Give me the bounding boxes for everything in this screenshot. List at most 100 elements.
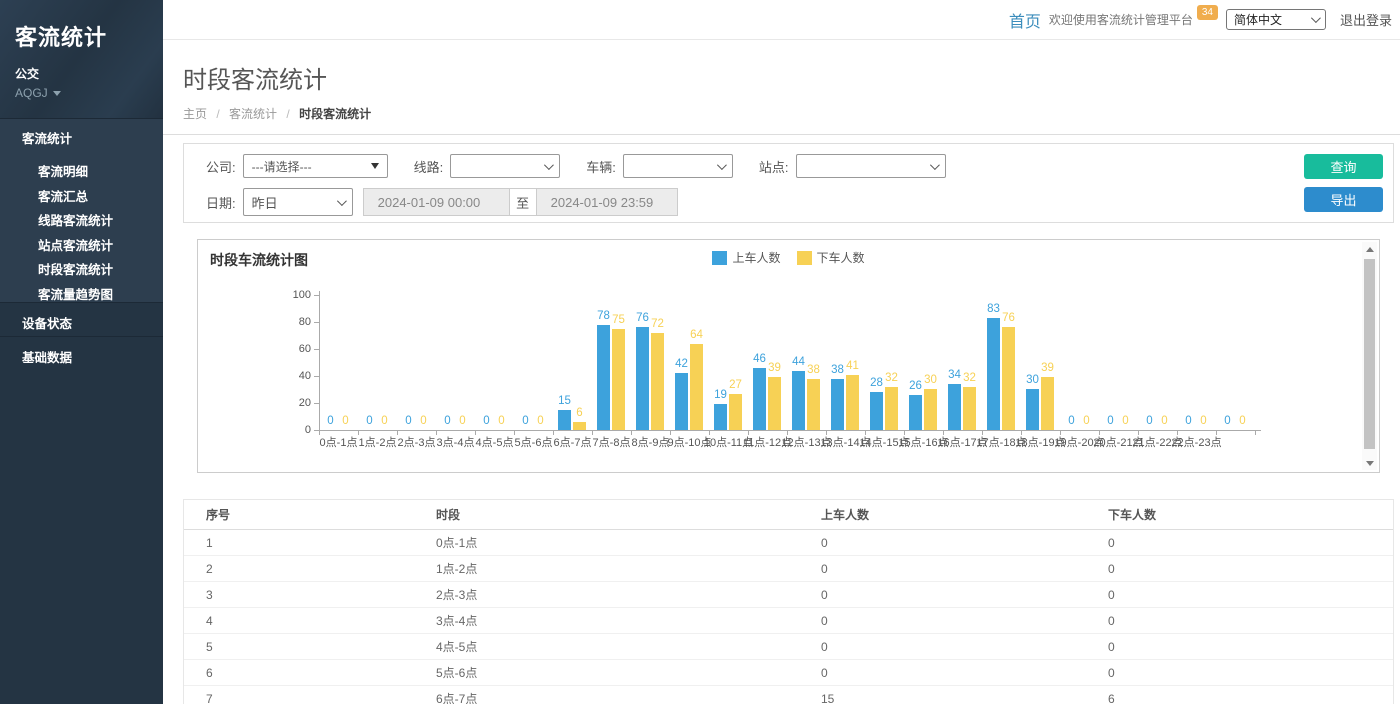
table-cell: 0	[1108, 614, 1393, 628]
date-preset-select[interactable]: 昨日	[243, 188, 353, 216]
chart-vertical-scrollbar[interactable]	[1362, 242, 1377, 470]
sidebar-item-passenger-summary[interactable]: 客流汇总	[0, 180, 163, 205]
bar-alighting	[807, 379, 820, 430]
x-axis-label: 2点-3点	[398, 434, 436, 450]
bar-boarding	[597, 325, 610, 430]
bar-boarding	[753, 368, 766, 430]
bar-alighting	[768, 377, 781, 430]
y-axis-label: 0	[271, 424, 311, 436]
scrollbar-up-arrow[interactable]	[1362, 242, 1377, 256]
org-code-dropdown[interactable]: AQGJ	[15, 86, 163, 100]
station-select[interactable]	[796, 154, 946, 178]
x-axis-label: 3点-4点	[437, 434, 475, 450]
legend-swatch-yellow	[797, 251, 812, 265]
sidebar-item-line-stats[interactable]: 线路客流统计	[0, 204, 163, 229]
bar-boarding	[636, 327, 649, 430]
logout-link[interactable]: 退出登录	[1340, 10, 1392, 29]
table-cell: 0	[1108, 536, 1393, 550]
table-cell: 15	[821, 692, 1108, 704]
table-row: 10点-1点00	[184, 530, 1393, 556]
sidebar-item-passenger-detail[interactable]: 客流明细	[0, 155, 163, 180]
export-button[interactable]: 导出	[1304, 187, 1383, 212]
bar-value-label: 46	[753, 353, 766, 365]
x-axis-label: 8点-9点	[632, 434, 670, 450]
table-cell: 6	[206, 666, 436, 680]
table-cell: 0	[821, 614, 1108, 628]
breadcrumb: 主页 / 客流统计 / 时段客流统计	[183, 105, 1400, 122]
company-select[interactable]: ---请选择---	[243, 154, 388, 178]
legend-item-boarding: 上车人数	[712, 249, 780, 266]
scrollbar-down-arrow[interactable]	[1362, 456, 1377, 470]
table-cell: 0	[1108, 588, 1393, 602]
bar-value-label: 0	[537, 415, 543, 427]
line-label: 线路:	[414, 157, 444, 176]
sidebar-logo-area: 客流统计 公交 AQGJ	[0, 0, 163, 118]
vehicle-select[interactable]	[623, 154, 733, 178]
table-header-cell: 下车人数	[1108, 506, 1393, 523]
language-select[interactable]: 简体中文	[1226, 9, 1326, 30]
table-cell: 0	[1108, 666, 1393, 680]
table-cell: 4点-5点	[436, 638, 821, 655]
sidebar-item-device-status[interactable]: 设备状态	[0, 302, 163, 336]
legend-label: 下车人数	[817, 249, 865, 266]
page-title: 时段客流统计	[183, 60, 1400, 95]
vehicle-label: 车辆:	[586, 157, 616, 176]
bar-value-label: 0	[1083, 415, 1089, 427]
table-header-cell: 上车人数	[821, 506, 1108, 523]
bar-value-label: 30	[1026, 374, 1039, 386]
bar-value-label: 28	[870, 377, 883, 389]
date-range-separator: 至	[509, 189, 537, 215]
table-cell: 0	[821, 640, 1108, 654]
bar-value-label: 0	[381, 415, 387, 427]
scrollbar-thumb[interactable]	[1364, 259, 1375, 449]
sidebar-item-trend-chart[interactable]: 客流量趋势图	[0, 278, 163, 303]
x-axis-line	[319, 430, 1261, 431]
bar-alighting	[1041, 377, 1054, 430]
bar-value-label: 0	[1200, 415, 1206, 427]
bar-value-label: 0	[444, 415, 450, 427]
home-link[interactable]: 首页	[1009, 8, 1041, 32]
bar-value-label: 27	[729, 379, 742, 391]
bar-alighting	[885, 387, 898, 430]
welcome-text: 欢迎使用客流统计管理平台	[1049, 11, 1193, 28]
bar-boarding	[675, 373, 688, 430]
query-button[interactable]: 查询	[1304, 154, 1383, 179]
bar-value-label: 0	[366, 415, 372, 427]
station-label: 站点:	[759, 157, 789, 176]
bar-value-label: 0	[498, 415, 504, 427]
sidebar-item-period-stats[interactable]: 时段客流统计	[0, 253, 163, 278]
bar-value-label: 0	[522, 415, 528, 427]
bar-value-label: 0	[1239, 415, 1245, 427]
language-select-value: 简体中文	[1234, 11, 1282, 28]
x-axis-tick	[1255, 430, 1256, 435]
app-title: 客流统计	[15, 20, 163, 52]
breadcrumb-separator: /	[216, 107, 219, 121]
topbar: 首页 欢迎使用客流统计管理平台 34 简体中文 退出登录	[163, 0, 1400, 40]
date-to-input[interactable]: 2024-01-09 23:59	[537, 189, 677, 215]
date-from-input[interactable]: 2024-01-09 00:00	[364, 189, 509, 215]
chevron-down-icon	[337, 196, 347, 206]
breadcrumb-section[interactable]: 客流统计	[229, 107, 277, 121]
table-cell: 0点-1点	[436, 534, 821, 551]
bar-boarding	[831, 379, 844, 430]
sidebar-item-base-data[interactable]: 基础数据	[0, 336, 163, 370]
table-cell: 5点-6点	[436, 664, 821, 681]
bar-alighting	[729, 394, 742, 430]
bar-value-label: 76	[1002, 312, 1015, 324]
table-cell: 0	[1108, 562, 1393, 576]
bar-value-label: 72	[651, 318, 664, 330]
bar-value-label: 0	[1107, 415, 1113, 427]
x-axis-label: 22点-23点	[1171, 434, 1221, 450]
breadcrumb-home[interactable]: 主页	[183, 107, 207, 121]
page-head: 时段客流统计 主页 / 客流统计 / 时段客流统计	[163, 40, 1400, 122]
date-label: 日期:	[206, 193, 236, 212]
table-cell: 2点-3点	[436, 586, 821, 603]
sidebar-item-passenger-stats[interactable]: 客流统计	[0, 118, 163, 155]
line-select[interactable]	[450, 154, 560, 178]
bar-value-label: 38	[807, 364, 820, 376]
chart-legend: 上车人数 下车人数	[198, 249, 1379, 266]
sidebar-item-station-stats[interactable]: 站点客流统计	[0, 229, 163, 254]
table-cell: 3点-4点	[436, 612, 821, 629]
bar-alighting	[612, 329, 625, 430]
bar-value-label: 83	[987, 303, 1000, 315]
